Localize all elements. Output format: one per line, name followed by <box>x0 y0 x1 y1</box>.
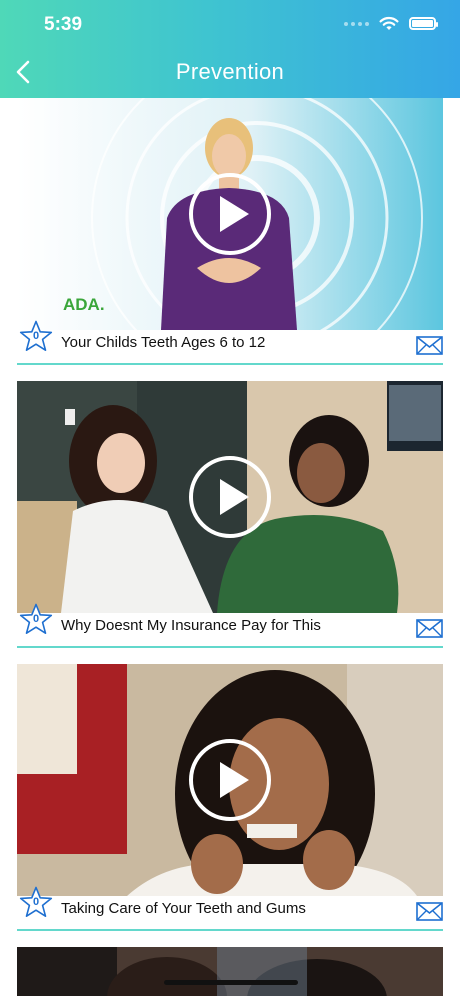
video-thumbnail[interactable] <box>17 947 443 996</box>
status-time: 5:39 <box>44 14 83 35</box>
star-count: 0 <box>32 896 40 908</box>
video-card: 0 Taking Care of Your Teeth and Gums <box>17 664 443 932</box>
video-card: 0 Why Doesnt My Insurance Pay for This <box>17 381 443 649</box>
ada-logo: ADA. <box>63 295 105 314</box>
status-icons <box>344 16 438 31</box>
play-icon[interactable] <box>188 455 272 539</box>
mail-icon[interactable] <box>416 336 443 355</box>
video-thumbnail[interactable] <box>17 381 443 613</box>
divider <box>17 363 443 365</box>
play-icon[interactable] <box>188 738 272 822</box>
video-title[interactable]: Why Doesnt My Insurance Pay for This <box>61 617 321 634</box>
signal-icon <box>344 21 369 26</box>
video-thumbnail[interactable]: ADA. <box>17 98 443 330</box>
app-header: 5:39 Prevention <box>0 0 460 98</box>
video-title[interactable]: Your Childs Teeth Ages 6 to 12 <box>61 334 265 351</box>
star-count: 0 <box>32 330 40 342</box>
star-count: 0 <box>32 613 40 625</box>
mail-icon[interactable] <box>416 619 443 638</box>
wifi-icon <box>379 16 399 30</box>
video-thumbnail[interactable] <box>17 664 443 896</box>
page-title: Prevention <box>175 59 285 84</box>
play-icon[interactable] <box>188 172 272 256</box>
home-indicator[interactable] <box>164 980 298 985</box>
divider <box>17 646 443 648</box>
mail-icon[interactable] <box>416 902 443 921</box>
divider <box>17 929 443 931</box>
video-card: ADA. 0 Your Childs Teeth Ages 6 to 12 <box>17 98 443 366</box>
battery-icon <box>409 17 438 30</box>
video-title[interactable]: Taking Care of Your Teeth and Gums <box>61 900 306 917</box>
